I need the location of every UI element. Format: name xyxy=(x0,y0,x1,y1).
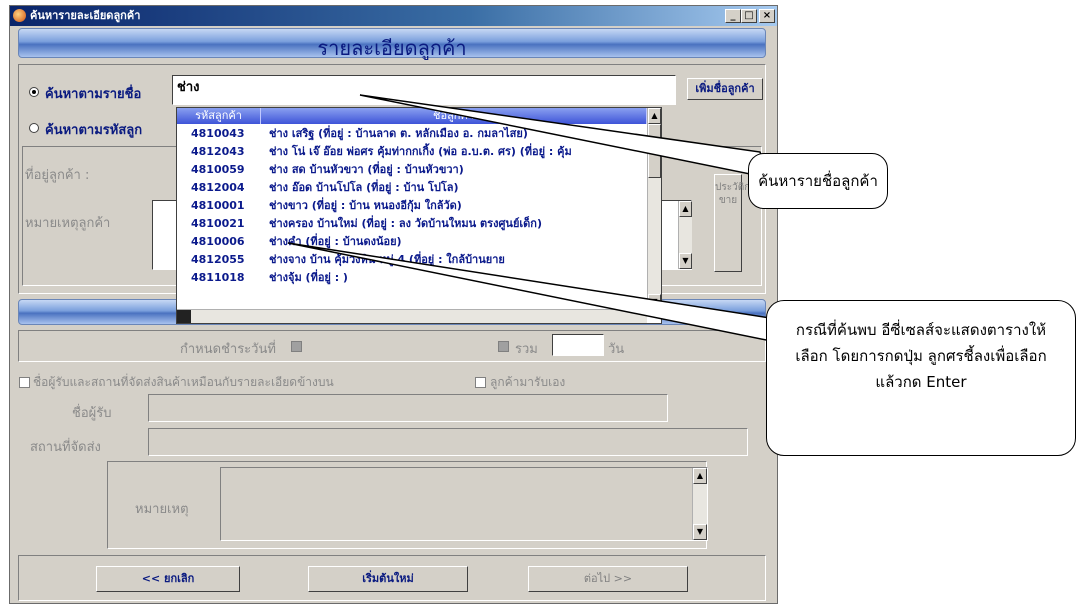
result-row-code: 4810059 xyxy=(191,163,245,176)
same-address-label: ชื่อผู้รับและสถานที่จัดส่งสินค้าเหมือนกั… xyxy=(33,375,334,389)
add-customer-button[interactable]: เพิ่มชื่อลูกค้า xyxy=(687,78,763,100)
result-row[interactable]: 4810059 ช่าง สด บ้านหัวขวา (ที่อยู่ : บ้า… xyxy=(177,162,647,178)
delivery-place-label: สถานที่จัดส่ง xyxy=(30,440,101,455)
scroll-thumb[interactable] xyxy=(648,124,661,178)
scroll-down-arrow-icon[interactable]: ▼ xyxy=(679,253,692,269)
col-header-name[interactable]: ชื่อลูกค้า xyxy=(261,108,647,124)
search-hint-callout: ค้นหารายชื่อลูกค้า xyxy=(748,153,888,209)
result-row-name: ช่างจาง บ้าน คุ้มวังหิน หมู่ 4 (ที่อยู่ … xyxy=(269,253,505,266)
scroll-up-arrow-icon[interactable]: ▲ xyxy=(679,201,692,217)
delivery-note-label: หมายเหตุ xyxy=(135,502,189,517)
result-row-name: ช่าง สด บ้านหัวขวา (ที่อยู่ : บ้านหัวขวา… xyxy=(269,163,464,176)
total-days-input[interactable] xyxy=(552,334,604,356)
window-title: ค้นหารายละเอียดลูกค้า xyxy=(30,9,141,22)
result-row-code: 4810043 xyxy=(191,127,245,140)
total-checkbox[interactable] xyxy=(498,341,509,352)
same-address-checkbox[interactable] xyxy=(19,377,30,388)
title-bar: ค้นหารายละเอียดลูกค้า _ □ × xyxy=(10,6,777,26)
result-row-name: ช่าง โน่ เจ๊ อ๊อย พ่อศร คุ้มท่ากกเกิ้ง (… xyxy=(269,145,572,158)
search-by-name-label: ค้นหาตามรายชื่อ xyxy=(45,87,142,102)
restart-button[interactable]: เริ่มต้นใหม่ xyxy=(308,566,468,592)
customer-result-list[interactable]: รหัสลูกค้า ชื่อลูกค้า 4810043 ช่าง เสริฐ … xyxy=(176,107,662,324)
result-row-name: ช่างขาว (ที่อยู่ : บ้าน หนองอีกุ้ม ใกล้ว… xyxy=(269,199,462,212)
result-hint-callout: กรณีที่ค้นพบ อีซี่เซลส์จะแสดงตารางให้เลื… xyxy=(766,300,1076,456)
delivery-note-scrollbar[interactable]: ▲ ▼ xyxy=(692,468,707,540)
result-row-name: ช่าง เสริฐ (ที่อยู่ : บ้านลาด ต. หลักเมื… xyxy=(269,127,528,140)
result-row[interactable]: 4812004 ช่าง อ๊อด บ้านโปโล (ที่อยู่ : บ้า… xyxy=(177,180,647,196)
scroll-left-arrow-icon[interactable] xyxy=(177,310,191,323)
result-row[interactable]: 4810021 ช่างครอง บ้านใหม่ (ที่อยู่ : ลง ว… xyxy=(177,216,647,232)
customer-pickup-label: ลูกค้ามารับเอง xyxy=(490,375,566,389)
customer-name-input[interactable]: ช่าง xyxy=(172,75,676,105)
days-label: วัน xyxy=(608,342,625,357)
cancel-button[interactable]: << ยกเลิก xyxy=(96,566,240,592)
delivery-note-field[interactable] xyxy=(220,467,708,541)
next-button[interactable]: ต่อไป >> xyxy=(528,566,688,592)
app-icon xyxy=(13,9,26,22)
result-row[interactable]: 4810006 ช่างคำ (ที่อยู่ : บ้านดงน้อย) xyxy=(177,234,647,250)
sales-history-button[interactable]: ประวัติการขาย xyxy=(714,174,761,272)
result-row-code: 4810021 xyxy=(191,217,245,230)
result-row-name: ช่างจุ้ม (ที่อยู่ : ) xyxy=(269,271,348,284)
result-row-code: 4811018 xyxy=(191,271,245,284)
note-scrollbar[interactable]: ▲ ▼ xyxy=(678,201,692,269)
result-row-code: 4812055 xyxy=(191,253,245,266)
result-list-scrollbar[interactable]: ▲ ▼ xyxy=(647,108,661,310)
maximize-button[interactable]: □ xyxy=(741,9,757,23)
result-list-hscrollbar[interactable] xyxy=(177,309,647,323)
page-title: รายละเอียดลูกค้า xyxy=(317,36,467,60)
close-button[interactable]: × xyxy=(759,9,775,23)
due-date-checkbox[interactable] xyxy=(291,341,302,352)
search-by-code-label: ค้นหาตามรหัสลูก xyxy=(45,123,143,138)
result-row[interactable]: 4810043 ช่าง เสริฐ (ที่อยู่ : บ้านลาด ต. … xyxy=(177,126,647,142)
result-row-name: ช่างครอง บ้านใหม่ (ที่อยู่ : ลง วัดบ้านใ… xyxy=(269,217,542,230)
due-date-label: กำหนดชำระวันที่ xyxy=(180,342,276,357)
receiver-input[interactable] xyxy=(148,394,668,422)
delivery-place-input[interactable] xyxy=(148,428,748,456)
col-header-code[interactable]: รหัสลูกค้า xyxy=(177,108,261,124)
scroll-up-arrow-icon[interactable]: ▲ xyxy=(648,108,661,124)
customer-pickup-checkbox[interactable] xyxy=(475,377,486,388)
result-row-name: ช่าง อ๊อด บ้านโปโล (ที่อยู่ : บ้าน โปโล) xyxy=(269,181,459,194)
search-by-name-radio[interactable] xyxy=(29,87,39,97)
result-row-name: ช่างคำ (ที่อยู่ : บ้านดงน้อย) xyxy=(269,235,402,248)
minimize-button[interactable]: _ xyxy=(725,9,741,23)
result-row-code: 4810001 xyxy=(191,199,245,212)
result-row-code: 4810006 xyxy=(191,235,245,248)
total-label: รวม xyxy=(515,342,538,357)
result-row[interactable]: 4811018 ช่างจุ้ม (ที่อยู่ : ) xyxy=(177,270,647,286)
customer-note-label: หมายเหตุลูกค้า xyxy=(25,216,111,231)
customer-address-label: ที่อยู่ลูกค้า : xyxy=(25,168,90,183)
result-list-header: รหัสลูกค้า ชื่อลูกค้า xyxy=(177,108,647,124)
result-row-code: 4812043 xyxy=(191,145,245,158)
result-row[interactable]: 4810001 ช่างขาว (ที่อยู่ : บ้าน หนองอีกุ้… xyxy=(177,198,647,214)
header-banner: รายละเอียดลูกค้า xyxy=(18,28,766,60)
scroll-down-arrow-icon[interactable]: ▼ xyxy=(648,294,661,310)
scroll-up-arrow-icon[interactable]: ▲ xyxy=(693,468,707,484)
result-row-code: 4812004 xyxy=(191,181,245,194)
result-row[interactable]: 4812043 ช่าง โน่ เจ๊ อ๊อย พ่อศร คุ้มท่ากก… xyxy=(177,144,647,160)
result-row[interactable]: 4812055 ช่างจาง บ้าน คุ้มวังหิน หมู่ 4 (ท… xyxy=(177,252,647,268)
due-date-panel xyxy=(18,330,766,362)
scroll-down-arrow-icon[interactable]: ▼ xyxy=(693,524,707,540)
receiver-label: ชื่อผู้รับ xyxy=(72,406,112,421)
search-by-code-radio[interactable] xyxy=(29,123,39,133)
